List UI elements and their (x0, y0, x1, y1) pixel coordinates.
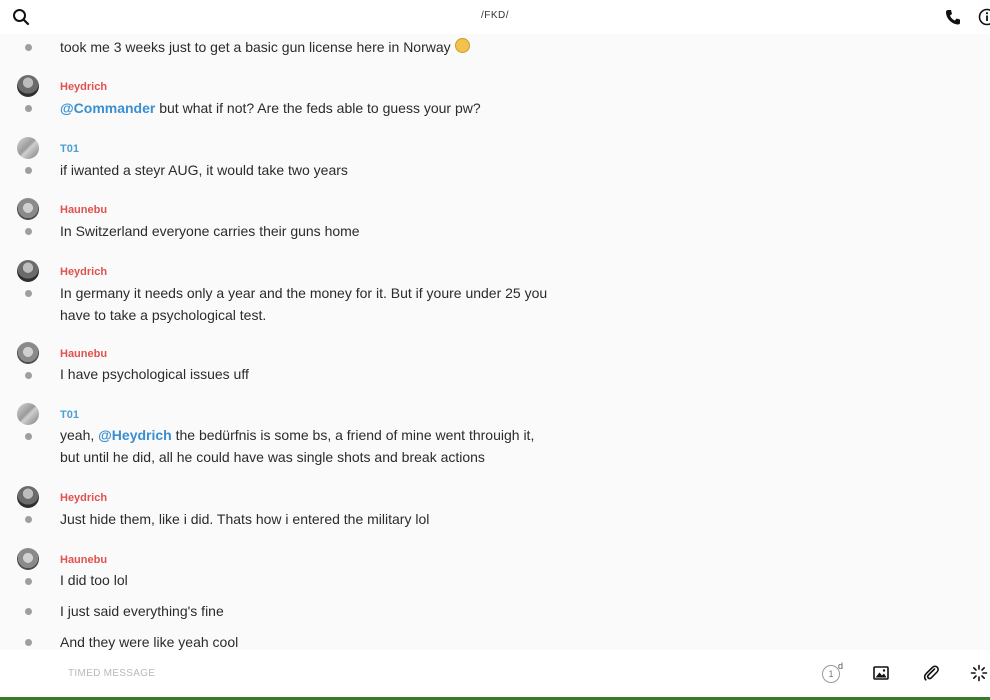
message-dot (25, 44, 32, 51)
message-text: I did too lol (60, 572, 128, 588)
avatar[interactable] (17, 75, 39, 97)
author-name[interactable]: T01 (60, 143, 79, 155)
message-dot (25, 290, 32, 297)
message-dot (25, 372, 32, 379)
timer-unit-label: d (838, 661, 844, 671)
avatar[interactable] (17, 260, 39, 282)
message-text: Just hide them, like i did. Thats how i … (60, 511, 430, 527)
mention-link[interactable]: @Commander (60, 100, 155, 116)
message-text: And they were like yeah cool (60, 634, 239, 650)
message-text-line: have to take a psychological test. (60, 307, 267, 323)
message-text-content: but what if not? Are the feds able to gu… (155, 100, 481, 116)
avatar[interactable] (17, 137, 39, 159)
mention-link[interactable]: @Heydrich (98, 427, 172, 443)
message-text-content: the bedürfnis is some bs, a friend of mi… (171, 427, 535, 443)
message-text: I have psychological issues uff (60, 366, 249, 382)
message-text-content: took me 3 weeks just to get a basic gun … (60, 39, 451, 55)
author-name[interactable]: Haunebu (60, 348, 107, 360)
message-text: if iwanted a steyr AUG, it would take tw… (60, 162, 348, 178)
message-text-line: but until he did, all he could have was … (60, 449, 485, 465)
message-text: yeah, @Heydrich the bedürfnis is some bs… (60, 424, 580, 468)
message-text: In germany it needs only a year and the … (60, 282, 580, 326)
chat-title: /FKD/ (480, 10, 510, 21)
author-name[interactable]: T01 (60, 409, 79, 421)
author-name[interactable]: Heydrich (60, 266, 107, 278)
message-text: In Switzerland everyone carries their gu… (60, 223, 360, 239)
message-text-line: In germany it needs only a year and the … (60, 285, 548, 301)
message-dot (25, 433, 32, 440)
author-name[interactable]: Heydrich (60, 492, 107, 504)
message-feed[interactable]: took me 3 weeks just to get a basic gun … (0, 34, 990, 650)
message-input[interactable]: TIMED MESSAGE (68, 668, 155, 679)
info-icon[interactable] (978, 8, 990, 26)
author-name[interactable]: Heydrich (60, 81, 107, 93)
composer-bar: TIMED MESSAGE 1 d (0, 650, 990, 700)
author-name[interactable]: Haunebu (60, 554, 107, 566)
avatar[interactable] (17, 486, 39, 508)
avatar[interactable] (17, 548, 39, 570)
message-text: took me 3 weeks just to get a basic gun … (60, 36, 580, 58)
message-text-content: yeah, (60, 427, 99, 443)
author-name[interactable]: Haunebu (60, 204, 107, 216)
confused-face-icon (454, 38, 470, 53)
message-dot (25, 608, 32, 615)
message-dot (25, 228, 32, 235)
message-text: I just said everything's fine (60, 603, 224, 619)
message-dot (25, 516, 32, 523)
sparkle-icon[interactable] (970, 664, 988, 682)
message-dot (25, 639, 32, 646)
message-text: @Commander but what if not? Are the feds… (60, 97, 580, 119)
phone-icon[interactable] (944, 8, 962, 26)
paperclip-icon[interactable] (922, 664, 940, 682)
image-icon[interactable] (872, 664, 890, 682)
top-bar: /FKD/ (0, 0, 990, 34)
message-dot (25, 578, 32, 585)
message-text-line: yeah, @Heydrich the bedürfnis is some bs… (60, 424, 580, 446)
message-dot (25, 105, 32, 112)
message-dot (25, 167, 32, 174)
avatar[interactable] (17, 342, 39, 364)
avatar[interactable] (17, 198, 39, 220)
avatar[interactable] (17, 403, 39, 425)
